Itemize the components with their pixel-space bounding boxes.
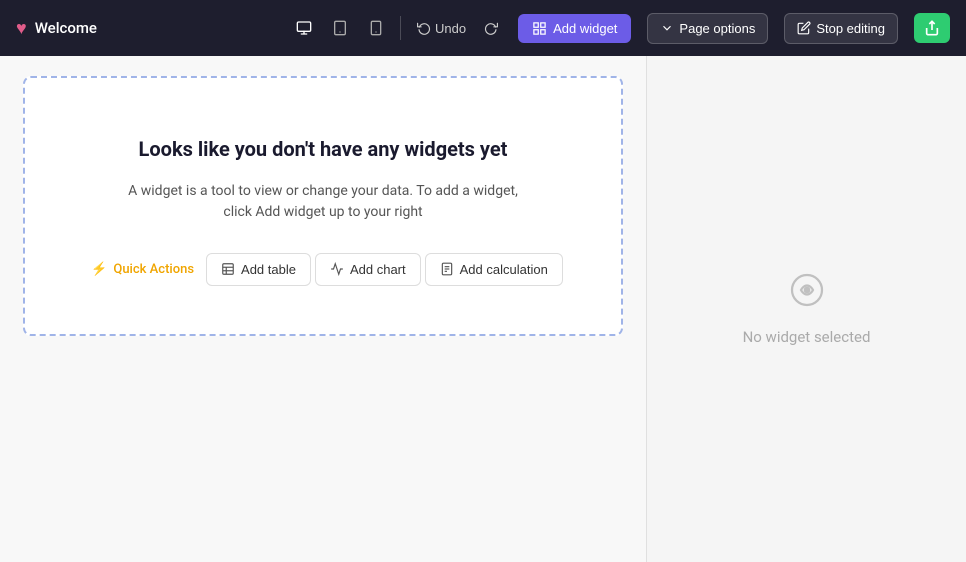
calculation-icon	[440, 262, 454, 276]
add-table-button[interactable]: Add table	[206, 253, 311, 286]
page-options-button[interactable]: Page options	[647, 13, 768, 44]
tablet-icon	[332, 20, 348, 36]
chevron-down-icon	[660, 21, 674, 35]
edit-icon	[797, 21, 811, 35]
undo-icon	[417, 21, 431, 35]
table-icon	[221, 262, 235, 276]
mobile-icon	[368, 20, 384, 36]
share-button[interactable]	[914, 13, 950, 43]
desktop-icon	[296, 20, 312, 36]
desktop-view-button[interactable]	[288, 14, 320, 42]
device-switcher: Undo Add widget	[288, 14, 631, 43]
mobile-view-button[interactable]	[360, 14, 392, 42]
grid-icon	[532, 21, 547, 36]
add-calculation-button[interactable]: Add calculation	[425, 253, 563, 286]
tablet-view-button[interactable]	[324, 14, 356, 42]
no-widget-icon	[789, 272, 825, 316]
widget-dropzone: Looks like you don't have any widgets ye…	[23, 76, 623, 336]
no-widgets-description: A widget is a tool to view or change you…	[113, 181, 533, 223]
undo-button[interactable]: Undo	[409, 15, 474, 42]
add-chart-button[interactable]: Add chart	[315, 253, 421, 286]
redo-button[interactable]	[476, 15, 506, 41]
no-widgets-title: Looks like you don't have any widgets ye…	[139, 137, 508, 161]
lightning-icon: ⚡	[91, 262, 107, 277]
share-icon	[924, 20, 940, 36]
divider	[400, 16, 401, 40]
undo-redo-group: Undo	[409, 15, 506, 42]
add-widget-button[interactable]: Add widget	[518, 14, 631, 43]
navbar: ♥ Welcome Undo	[0, 0, 966, 56]
app-title: Welcome	[35, 19, 97, 37]
content-area: Looks like you don't have any widgets ye…	[0, 56, 646, 562]
no-widget-selected-label: No widget selected	[743, 328, 871, 346]
right-sidebar: No widget selected	[646, 56, 966, 562]
widget-actions-bar: ⚡ Quick Actions Add table Add chart	[83, 253, 563, 286]
main-layout: Looks like you don't have any widgets ye…	[0, 56, 966, 562]
quick-actions-label: ⚡ Quick Actions	[83, 262, 202, 277]
widget-placeholder-icon	[789, 272, 825, 308]
redo-icon	[484, 21, 498, 35]
chart-icon	[330, 262, 344, 276]
heart-icon: ♥	[16, 18, 27, 39]
brand: ♥ Welcome	[16, 18, 97, 39]
stop-editing-button[interactable]: Stop editing	[784, 13, 898, 44]
